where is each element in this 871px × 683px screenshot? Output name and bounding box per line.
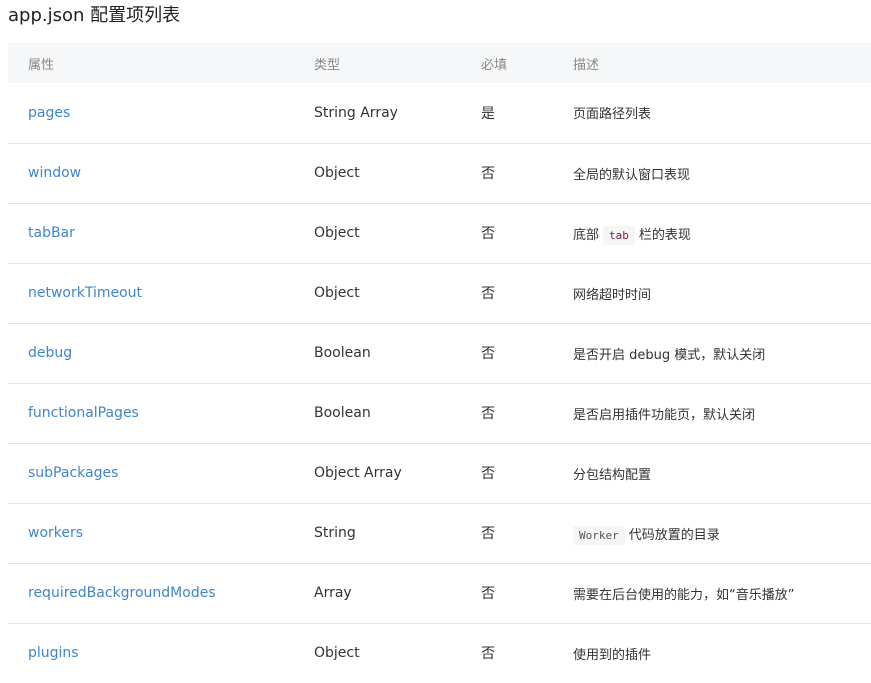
property-link[interactable]: workers xyxy=(8,503,314,563)
desc-text: 分包结构配置 xyxy=(573,467,652,483)
property-type: Boolean xyxy=(314,345,371,361)
property-required: 否 xyxy=(481,166,495,182)
desc-text: 使用到的插件 xyxy=(573,647,652,663)
page-title: app.json 配置项列表 xyxy=(8,5,181,26)
property-description: 是否启用插件功能页，默认关闭 xyxy=(573,383,871,443)
table-row: pages String Array 是 页面路径列表 xyxy=(8,83,871,143)
table-row: window Object 否 全局的默认窗口表现 xyxy=(8,143,871,203)
property-type: Object xyxy=(314,645,360,662)
config-table: 属性 类型 必填 描述 pages String Array 是 页面路径列表 … xyxy=(8,43,871,683)
table-row: requiredBackgroundModes Array 否 需要在后台使用的… xyxy=(8,563,871,623)
table-row: tabBar Object 否 底部 tab 栏的表现 xyxy=(8,203,871,263)
table-header: 属性 类型 必填 描述 xyxy=(8,43,871,83)
property-type: String xyxy=(314,525,356,541)
property-required: 否 xyxy=(481,586,495,602)
property-description: 底部 tab 栏的表现 xyxy=(573,203,871,263)
property-type: String Array xyxy=(314,104,398,121)
property-link[interactable]: pages xyxy=(8,83,314,143)
desc-text: 是否开启 debug 模式，默认关闭 xyxy=(573,347,766,363)
property-required: 否 xyxy=(481,646,495,663)
property-type: Object Array xyxy=(314,465,402,481)
property-description: 分包结构配置 xyxy=(573,443,871,503)
desc-text-after: 栏的表现 xyxy=(638,227,691,243)
desc-text: 网络超时时间 xyxy=(573,287,652,303)
property-link[interactable]: debug xyxy=(8,323,314,383)
property-type: Array xyxy=(314,585,352,601)
desc-text: 需要在后台使用的能力，如“音乐播放” xyxy=(573,587,795,603)
property-link[interactable]: requiredBackgroundModes xyxy=(8,563,314,623)
desc-text-before: 底部 xyxy=(573,227,600,243)
property-description: 使用到的插件 xyxy=(573,623,871,683)
property-required: 是 xyxy=(481,105,495,122)
property-required: 否 xyxy=(481,226,495,242)
property-type: Object xyxy=(314,225,360,241)
property-link[interactable]: tabBar xyxy=(8,203,314,263)
desc-text: 页面路径列表 xyxy=(573,107,652,123)
header-required: 必填 xyxy=(481,57,508,73)
property-link[interactable]: subPackages xyxy=(8,443,314,503)
inline-code: tab xyxy=(603,225,635,245)
table-row: subPackages Object Array 否 分包结构配置 xyxy=(8,443,871,503)
table-row: plugins Object 否 使用到的插件 xyxy=(8,623,871,683)
property-type: Object xyxy=(314,165,360,181)
inline-code: Worker xyxy=(573,525,625,545)
property-link[interactable]: networkTimeout xyxy=(8,263,314,323)
desc-text-after: 代码放置的目录 xyxy=(628,527,720,543)
header-description: 描述 xyxy=(573,57,600,73)
property-type: Boolean xyxy=(314,405,371,421)
desc-text: 全局的默认窗口表现 xyxy=(573,167,691,183)
property-required: 否 xyxy=(481,466,495,482)
table-row: networkTimeout Object 否 网络超时时间 xyxy=(8,263,871,323)
property-required: 否 xyxy=(481,346,495,362)
property-type: Object xyxy=(314,285,360,301)
property-description: 页面路径列表 xyxy=(573,83,871,143)
header-type: 类型 xyxy=(314,57,341,73)
property-description: 全局的默认窗口表现 xyxy=(573,143,871,203)
property-required: 否 xyxy=(481,526,495,542)
property-required: 否 xyxy=(481,286,495,302)
table-row: functionalPages Boolean 否 是否启用插件功能页，默认关闭 xyxy=(8,383,871,443)
property-required: 否 xyxy=(481,406,495,422)
table-row: debug Boolean 否 是否开启 debug 模式，默认关闭 xyxy=(8,323,871,383)
header-property: 属性 xyxy=(28,57,55,73)
property-description: Worker 代码放置的目录 xyxy=(573,503,871,563)
property-description: 网络超时时间 xyxy=(573,263,871,323)
property-link[interactable]: functionalPages xyxy=(8,383,314,443)
property-link[interactable]: plugins xyxy=(8,623,314,683)
property-description: 需要在后台使用的能力，如“音乐播放” xyxy=(573,563,871,623)
table-row: workers String 否 Worker 代码放置的目录 xyxy=(8,503,871,563)
property-description: 是否开启 debug 模式，默认关闭 xyxy=(573,323,871,383)
desc-text: 是否启用插件功能页，默认关闭 xyxy=(573,407,756,423)
property-link[interactable]: window xyxy=(8,143,314,203)
